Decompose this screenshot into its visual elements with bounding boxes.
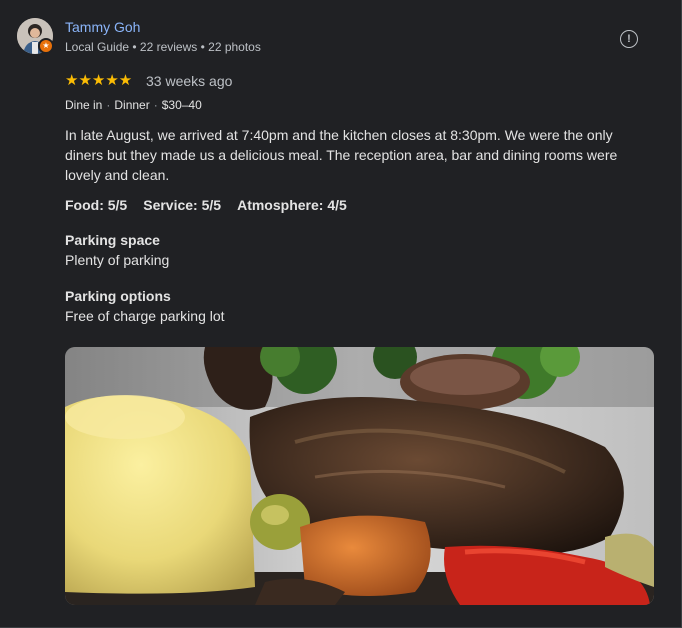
reviewer-name[interactable]: Tammy Goh: [65, 19, 140, 35]
food-photo-image: [65, 347, 654, 605]
service-rating: Service: 5/5: [143, 197, 222, 213]
report-icon[interactable]: !: [620, 30, 638, 48]
review-text: In late August, we arrived at 7:40pm and…: [65, 127, 618, 183]
parking-space-value: Plenty of parking: [65, 252, 170, 268]
review-time: 33 weeks ago: [146, 73, 233, 89]
parking-space-heading: Parking space: [65, 232, 160, 248]
reviewer-meta: Local Guide • 22 reviews • 22 photos: [65, 40, 261, 54]
review-card: ★ Tammy Goh Local Guide • 22 reviews • 2…: [0, 0, 682, 628]
review-tags: Dine in · Dinner · $30–40: [65, 98, 202, 112]
tag-meal-type: Dinner: [114, 98, 150, 112]
tag-price: $30–40: [161, 98, 202, 112]
sub-ratings: Food: 5/5 Service: 5/5 Atmosphere: 4/5: [65, 197, 347, 213]
tag-service-type: Dine in: [65, 98, 103, 112]
food-rating: Food: 5/5: [65, 197, 128, 213]
local-guide-star-icon: ★: [38, 38, 54, 54]
atmosphere-rating: Atmosphere: 4/5: [237, 197, 347, 213]
review-photo[interactable]: [65, 347, 654, 605]
parking-options-value: Free of charge parking lot: [65, 308, 225, 324]
parking-options-heading: Parking options: [65, 288, 171, 304]
star-rating: ★★★★★: [65, 72, 133, 89]
